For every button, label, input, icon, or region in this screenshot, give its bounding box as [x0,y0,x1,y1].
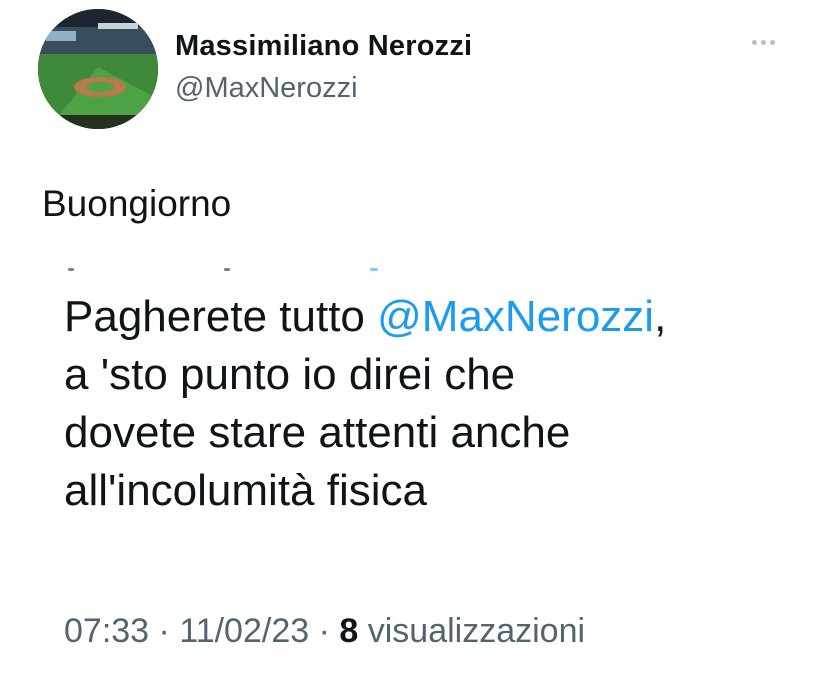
more-dot [770,39,775,45]
cropped-text-fragment [58,266,388,274]
meta-separator: · [309,612,340,650]
meta-separator: · [149,612,180,650]
views-label[interactable]: visualizzazioni [358,612,585,650]
tweet-time[interactable]: 07:33 [64,612,149,650]
tweet-text: Buongiorno [42,183,232,224]
more-dot [752,39,757,45]
quote-line-4: all'incolumità fisica [64,466,427,515]
baseball-stadium-photo [38,9,158,129]
quote-line-1-suffix: , [654,292,667,341]
views-count[interactable]: 8 [339,612,358,650]
quote-line-1-prefix: Pagherete tutto [64,292,378,341]
quote-line-2: a 'sto punto io direi che [64,350,516,399]
avatar[interactable] [38,9,158,129]
more-options-icon[interactable] [752,34,788,50]
quoted-screenshot-text: Pagherete tutto @MaxNerozzi, a 'sto punt… [64,288,804,520]
quote-line-3: dovete stare attenti anche [64,408,571,457]
more-dot [761,39,766,45]
author-handle[interactable]: @MaxNerozzi [175,72,358,105]
tweet-date[interactable]: 11/02/23 [179,612,309,650]
tweet-meta: 07:33 · 11/02/23 · 8 visualizzazioni [64,612,585,651]
quote-line-1: Pagherete tutto @MaxNerozzi, [64,288,804,346]
quote-mention[interactable]: @MaxNerozzi [377,292,654,341]
author-display-name[interactable]: Massimiliano Nerozzi [175,30,472,63]
